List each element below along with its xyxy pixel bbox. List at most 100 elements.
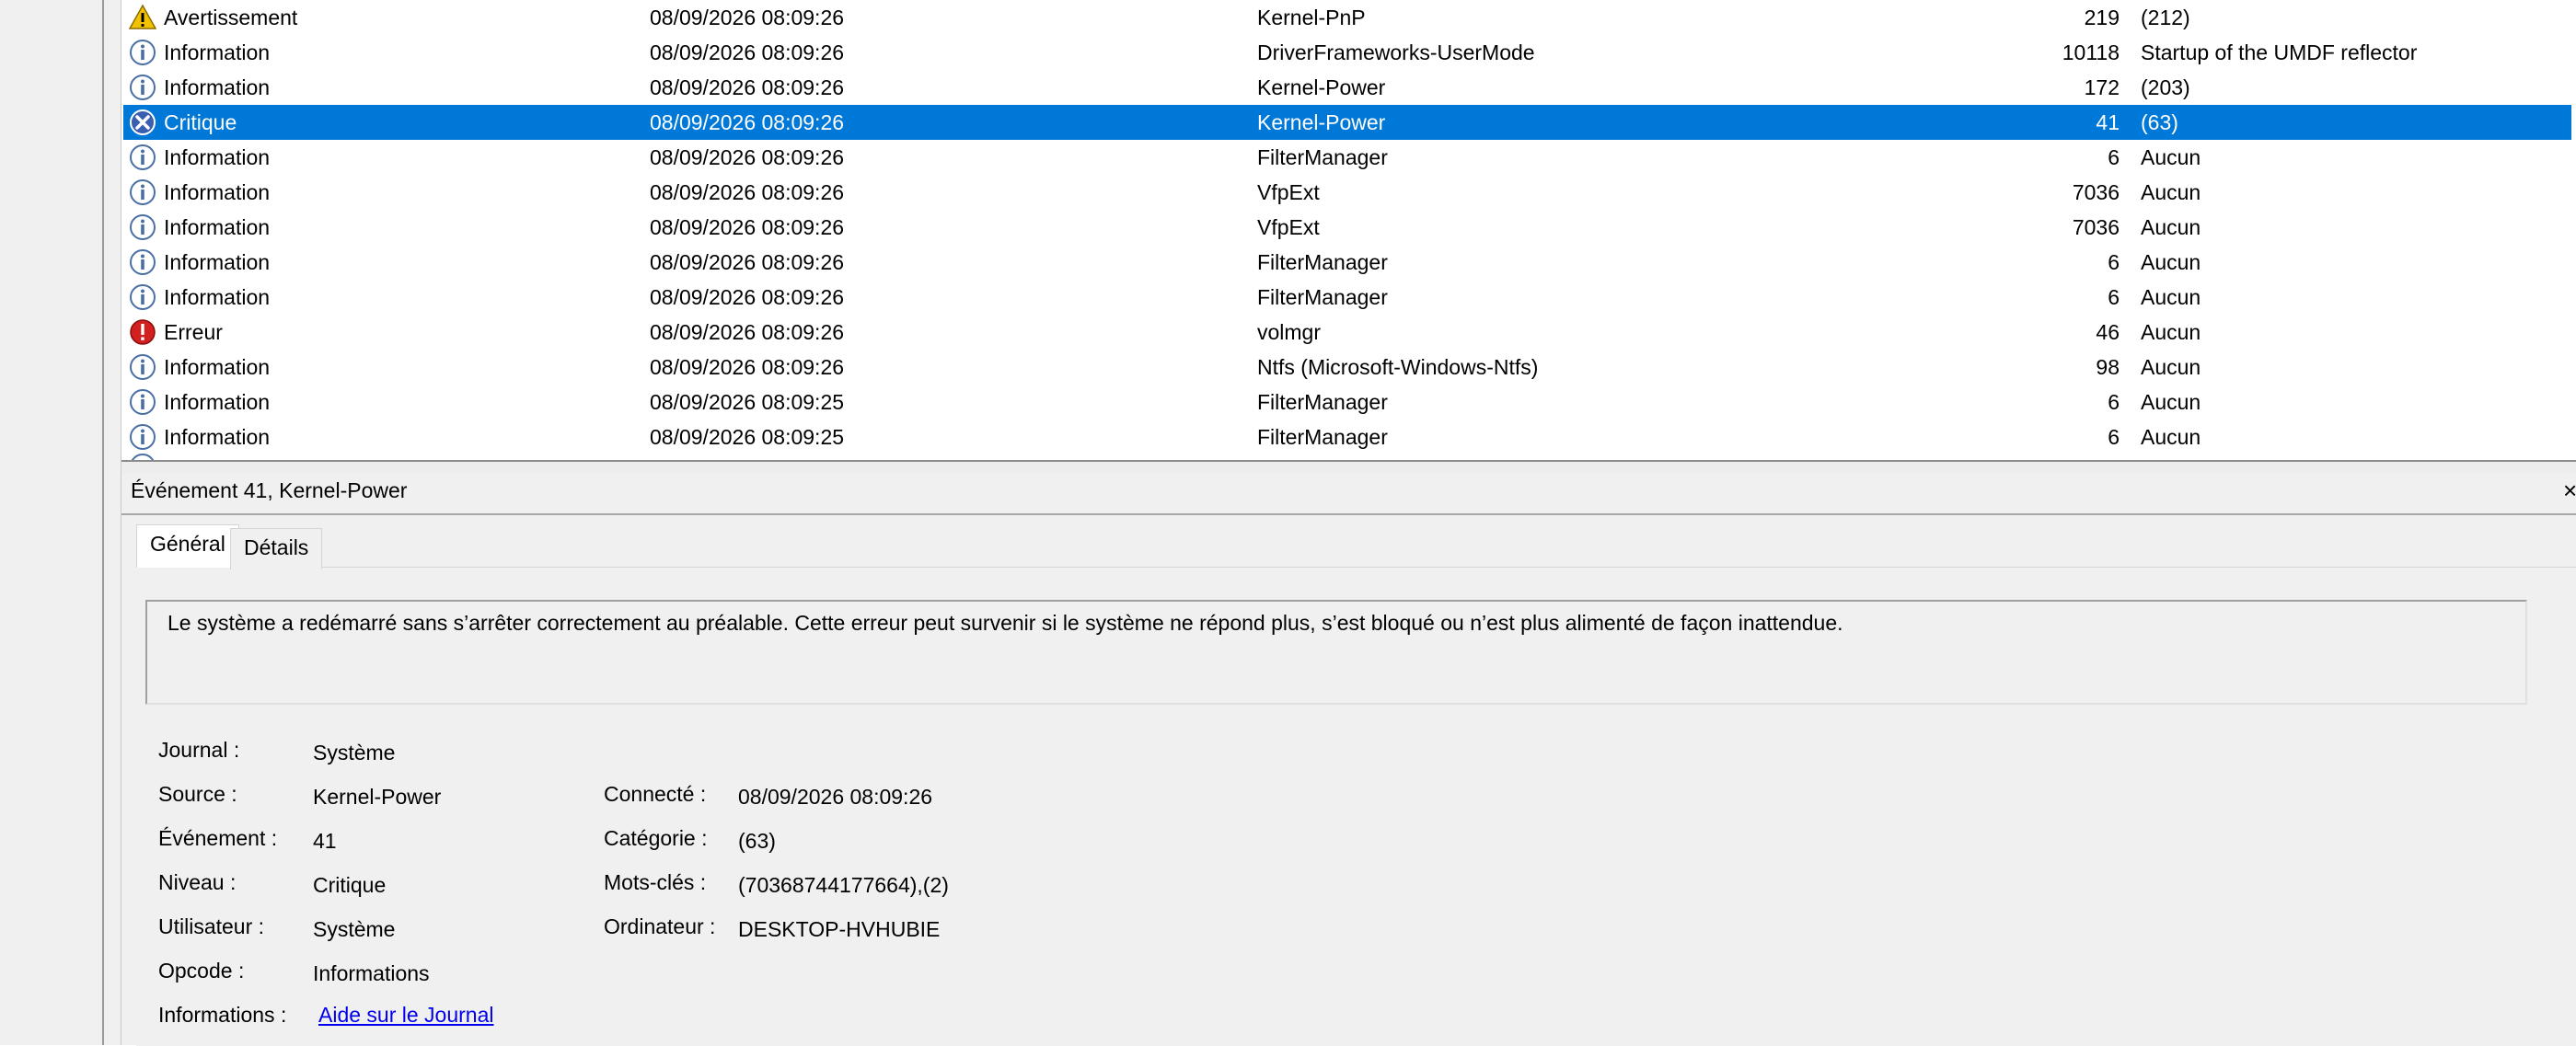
source-cell: Kernel-PnP [1257,6,1366,29]
datetime-cell: 08/09/2026 08:09:26 [650,355,845,379]
info-icon [129,353,156,381]
datetime-cell: 08/09/2026 08:09:26 [650,110,845,134]
opcode-label: Opcode : [158,959,245,983]
datetime-cell: 08/09/2026 08:09:26 [650,285,845,309]
tab-details[interactable]: Détails [230,528,323,569]
task-category-cell: Aucun [2141,320,2201,344]
task-category-cell: (212) [2141,6,2190,29]
table-row[interactable]: Information 08/09/2026 08:09:26 Ntfs (Micr… [123,350,2571,385]
task-category-cell: (63) [2141,110,2178,134]
table-row[interactable]: Information 08/09/2026 08:09:25 FilterMana… [123,385,2571,420]
task-category-cell: Aucun [2141,145,2201,169]
level-cell: Information [164,40,271,64]
source-cell: VfpExt [1257,215,1320,239]
table-row-selected[interactable]: Critique 08/09/2026 08:09:26 Kernel-Power 4… [123,105,2571,140]
info-icon [129,74,156,101]
level-cell: Information [164,180,271,204]
tab-general[interactable]: Général [136,524,239,568]
info-icon [129,144,156,171]
event-id-cell: 98 [2096,355,2120,379]
source-cell: FilterManager [1257,425,1388,449]
level-cell: Information [164,390,271,414]
info-icon [129,283,156,311]
table-row[interactable]: Information 08/09/2026 08:09:25 FilterMana… [123,420,2571,454]
level-cell: Information [164,425,271,449]
source-cell: FilterManager [1257,250,1388,274]
keywords-label: Mots-clés : [604,870,707,894]
datetime-cell: 08/09/2026 08:09:26 [650,6,845,29]
level-cell: Avertissement [164,6,298,29]
category-label: Catégorie : [604,826,708,850]
level-cell: Information [164,145,271,169]
table-row[interactable]: Information 08/09/2026 08:09:26 Kernel-Pow… [123,70,2571,105]
info-icon [129,248,156,276]
critical-icon [129,109,156,136]
level-cell: Information [164,285,271,309]
close-icon[interactable]: × [2563,477,2576,505]
event-id-cell: 6 [2108,145,2120,169]
event-message-box[interactable]: Le système a redémarré sans s’arrêter co… [145,600,2527,705]
computer-value: DESKTOP-HVHUBIE [738,917,941,941]
event-id-cell: 6 [2108,285,2120,309]
datetime-cell: 08/09/2026 08:09:26 [650,320,845,344]
datetime-cell: 08/09/2026 08:09:26 [650,75,845,99]
events-list[interactable]: Avertissement 08/09/2026 08:09:26 Kernel-P… [121,0,2576,460]
source-cell: volmgr [1257,320,1322,344]
datetime-cell: 08/09/2026 08:09:25 [650,390,845,414]
event-id-cell: 172 [2084,75,2120,99]
level-cell: Critique [164,110,237,134]
level-cell: Information [164,215,271,239]
event-id-cell: 6 [2108,390,2120,414]
opcode-value: Informations [313,961,430,985]
task-category-cell: Aucun [2141,355,2201,379]
table-row[interactable]: Information 08/09/2026 08:09:26 VfpExt 7036… [123,210,2571,245]
pane-splitter[interactable] [121,460,2576,474]
info-icon [131,454,155,460]
event-id-cell: 219 [2084,6,2120,29]
user-value: Système [313,917,396,941]
info-icon [129,423,156,451]
table-row[interactable]: Erreur 08/09/2026 08:09:26 volmgr 46 Aucun [123,315,2571,350]
table-row[interactable]: Information 08/09/2026 08:09:26 FilterMana… [123,140,2571,175]
table-row[interactable]: Information 08/09/2026 08:09:26 FilterMana… [123,280,2571,315]
task-category-cell: (203) [2141,75,2190,99]
level-cell: Erreur [164,320,223,344]
error-icon [129,318,156,346]
table-row[interactable]: Avertissement 08/09/2026 08:09:26 Kernel-P… [123,0,2571,35]
task-category-cell: Aucun [2141,390,2201,414]
detail-header: Événement 41, Kernel-Power × [121,473,2576,515]
task-category-cell: Aucun [2141,215,2201,239]
event-id-value: 41 [313,829,337,853]
left-panel-edge [0,0,104,1045]
source-cell: FilterManager [1257,390,1388,414]
computer-label: Ordinateur : [604,914,716,938]
event-id-cell: 6 [2108,425,2120,449]
event-id-label: Événement : [158,826,278,850]
level-cell: Information [164,250,271,274]
table-row[interactable]: Information 08/09/2026 08:09:26 DriverFram… [123,35,2571,70]
source-cell: Kernel-Power [1257,75,1386,99]
info-icon [129,178,156,206]
logged-label: Connecté : [604,782,707,806]
table-row[interactable]: Information 08/09/2026 08:09:26 VfpExt 7036… [123,175,2571,210]
task-category-cell: Startup of the UMDF reflector [2141,40,2418,64]
datetime-cell: 08/09/2026 08:09:26 [650,250,845,274]
datetime-cell: 08/09/2026 08:09:26 [650,145,845,169]
left-panel-border [104,0,121,1045]
event-message: Le système a redémarré sans s’arrêter co… [167,611,1843,635]
partially-visible-row [123,451,2571,460]
source-cell: FilterManager [1257,145,1388,169]
datetime-cell: 08/09/2026 08:09:26 [650,215,845,239]
source-value: Kernel-Power [313,785,442,809]
logged-value: 08/09/2026 08:09:26 [738,785,933,809]
datetime-cell: 08/09/2026 08:09:26 [650,180,845,204]
source-cell: DriverFrameworks-UserMode [1257,40,1535,64]
datetime-cell: 08/09/2026 08:09:25 [650,425,845,449]
info-label: Informations : [158,1003,287,1027]
level-cell: Information [164,355,271,379]
event-id-cell: 6 [2108,250,2120,274]
task-category-cell: Aucun [2141,285,2201,309]
journal-help-link[interactable]: Aide sur le Journal [318,1003,494,1028]
table-row[interactable]: Information 08/09/2026 08:09:26 FilterMana… [123,245,2571,280]
warning-icon [128,4,157,31]
